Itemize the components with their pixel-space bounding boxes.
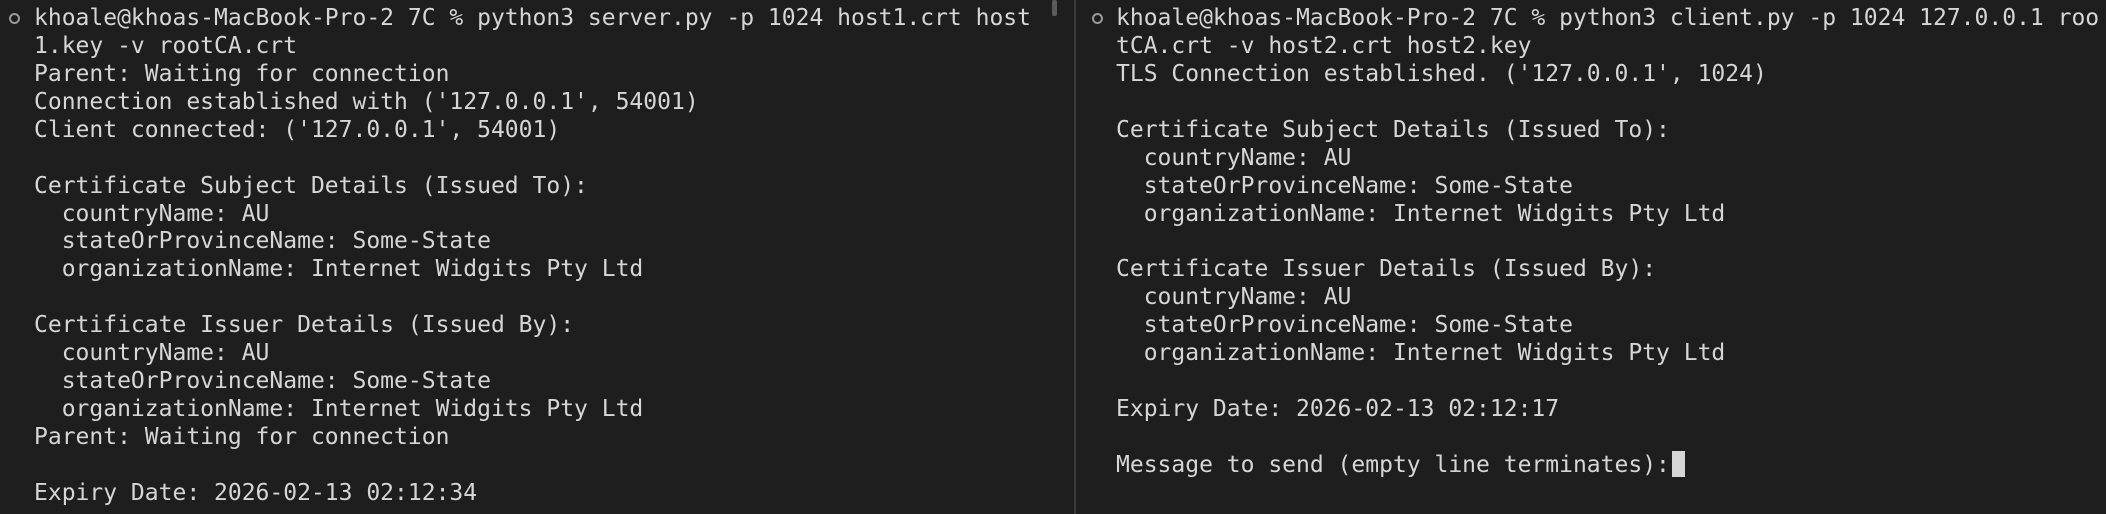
- command-line-wrap: tCA.crt -v host2.crt host2.key: [1116, 33, 1532, 59]
- output-line: Message to send (empty line terminates):: [1116, 450, 1685, 479]
- output-line: Certificate Issuer Details (Issued By):: [1116, 256, 1657, 283]
- text-cursor-icon: [1671, 450, 1685, 477]
- output-line: Certificate Subject Details (Issued To):: [1116, 116, 1670, 143]
- output-line: organizationName: Internet Widgits Pty L…: [1116, 340, 1726, 366]
- server-terminal-pane[interactable]: khoale@khoas-MacBook-Pro-2 7C % python3 …: [0, 0, 1074, 514]
- output-line: TLS Connection established. ('127.0.0.1'…: [1116, 61, 1767, 87]
- output-line: Certificate Issuer Details (Issued By):: [34, 312, 575, 339]
- command-line: khoale@khoas-MacBook-Pro-2 7C % python3 …: [34, 5, 1031, 31]
- prompt-marker-icon: [1092, 13, 1103, 24]
- command-line: khoale@khoas-MacBook-Pro-2 7C % python3 …: [1116, 5, 2100, 31]
- output-line: Parent: Waiting for connection: [34, 61, 450, 87]
- output-line: stateOrProvinceName: Some-State: [1116, 172, 1573, 199]
- output-line: Client connected: ('127.0.0.1', 54001): [34, 116, 561, 143]
- output-line: Certificate Subject Details (Issued To):: [34, 172, 588, 199]
- output-line: countryName: AU: [34, 200, 270, 227]
- output-line: stateOrProvinceName: Some-State: [34, 367, 491, 394]
- client-terminal-pane[interactable]: khoale@khoas-MacBook-Pro-2 7C % python3 …: [1076, 0, 2106, 514]
- output-line: countryName: AU: [1116, 284, 1352, 311]
- output-line: organizationName: Internet Widgits Pty L…: [1116, 200, 1726, 227]
- prompt-marker-icon: [9, 13, 20, 24]
- command-line-wrap: 1.key -v rootCA.crt: [34, 33, 298, 59]
- output-line: stateOrProvinceName: Some-State: [1116, 312, 1573, 339]
- output-line: Expiry Date: 2026-02-13 02:12:17: [1116, 395, 1560, 422]
- output-line: stateOrProvinceName: Some-State: [34, 228, 491, 255]
- output-line: Expiry Date: 2026-02-13 02:12:34: [34, 479, 478, 506]
- output-line: organizationName: Internet Widgits Pty L…: [34, 256, 644, 283]
- output-line: countryName: AU: [34, 340, 270, 366]
- output-line: Parent: Waiting for connection: [34, 423, 450, 450]
- output-line: countryName: AU: [1116, 144, 1352, 171]
- output-line: organizationName: Internet Widgits Pty L…: [34, 395, 644, 422]
- output-line: Connection established with ('127.0.0.1'…: [34, 88, 699, 115]
- scrollbar[interactable]: [1052, 0, 1057, 16]
